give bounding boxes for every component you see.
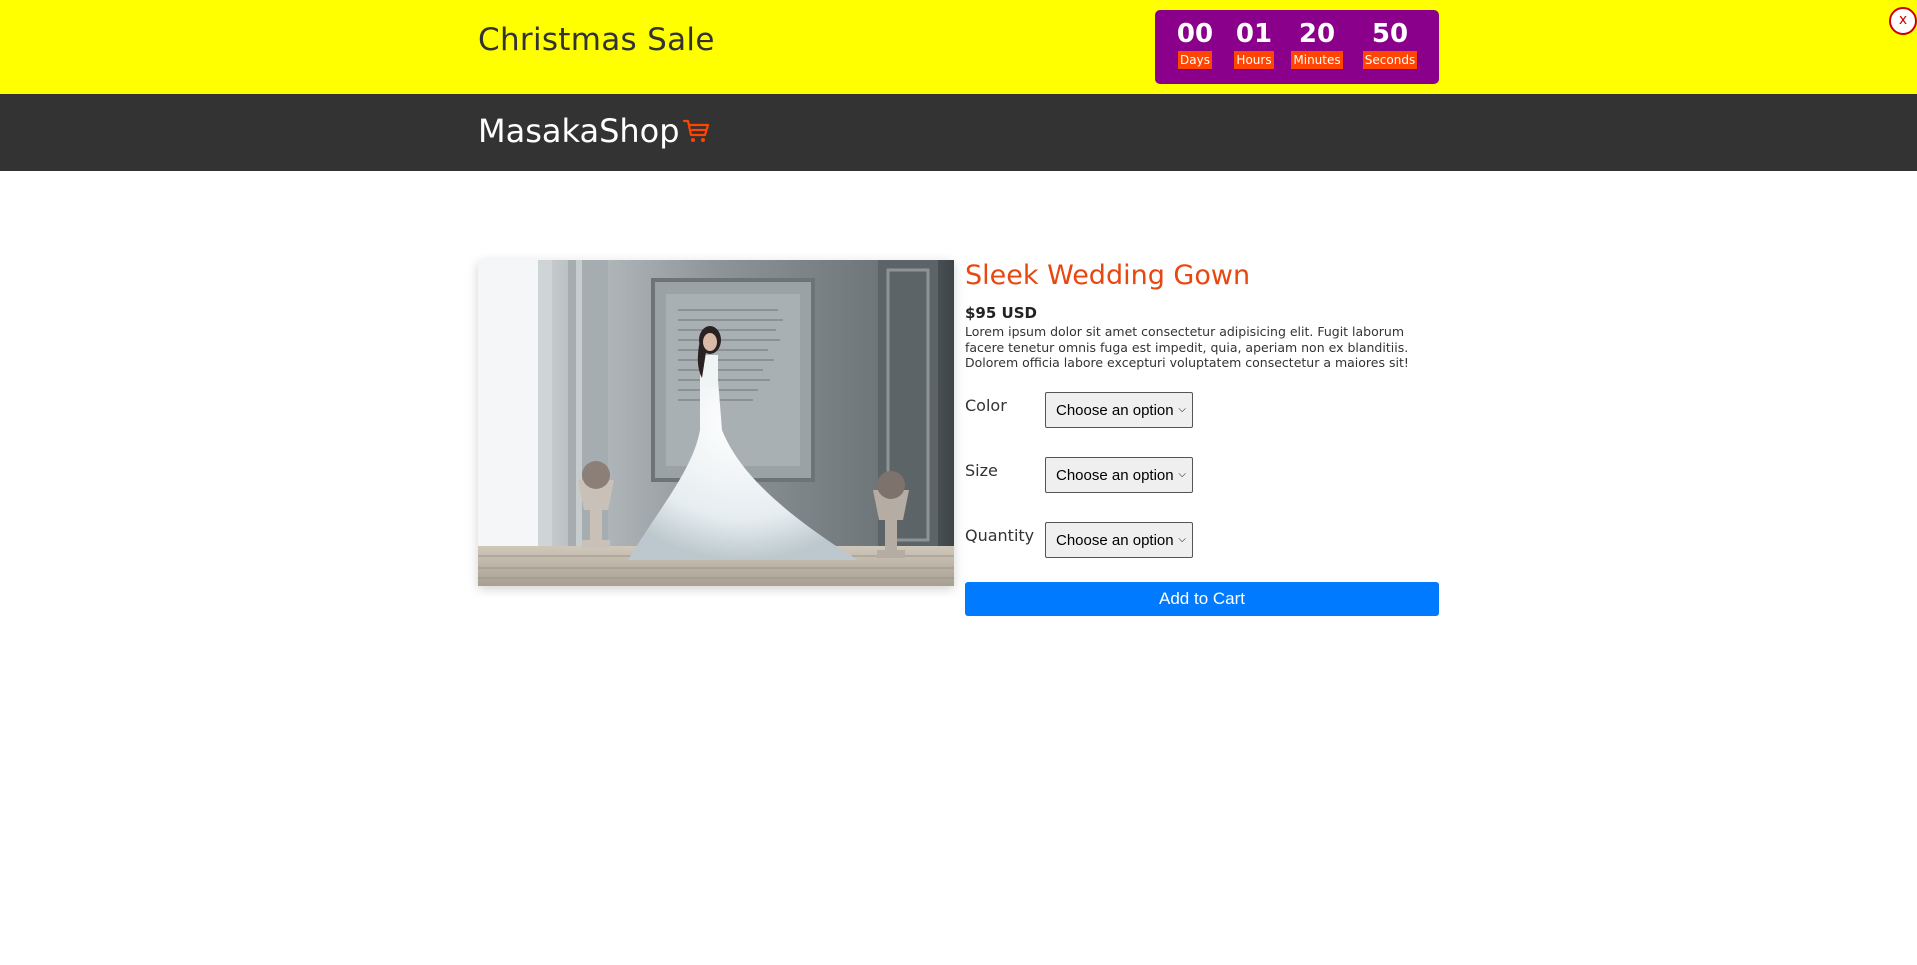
quantity-label: Quantity (965, 526, 1035, 545)
navbar: MasakaShop (0, 94, 1917, 171)
color-select-value: Choose an option (1056, 402, 1174, 419)
quantity-select-value: Choose an option (1056, 532, 1174, 549)
countdown-seconds: 50 Seconds (1359, 20, 1421, 69)
option-row-size: Size Choose an option ⌵ (965, 457, 1439, 493)
product-description: Lorem ipsum dolor sit amet consectetur a… (965, 324, 1409, 370)
countdown-seconds-value: 50 (1371, 19, 1409, 49)
countdown-days-label: Days (1178, 51, 1212, 69)
countdown-minutes-value: 20 (1298, 19, 1336, 49)
promo-banner: Christmas Sale 00 Days 01 Hours 20 Minut… (0, 0, 1917, 94)
size-label: Size (965, 461, 998, 480)
option-row-color: Color Choose an option ⌵ (965, 392, 1439, 428)
chevron-down-icon: ⌵ (1178, 404, 1186, 415)
countdown-hours: 01 Hours (1230, 20, 1278, 69)
chevron-down-icon: ⌵ (1178, 469, 1186, 480)
product-image (478, 260, 954, 586)
shopping-cart-icon (682, 119, 709, 142)
wedding-gown-photo (478, 260, 954, 586)
countdown-seconds-label: Seconds (1362, 51, 1418, 69)
promo-title: Christmas Sale (478, 22, 715, 58)
countdown-minutes-label: Minutes (1291, 51, 1343, 69)
quantity-select[interactable]: Choose an option ⌵ (1045, 522, 1193, 558)
product-price: $95 USD (965, 304, 1037, 322)
countdown-days-value: 00 (1176, 19, 1214, 49)
close-banner-button[interactable]: x (1889, 7, 1917, 35)
product-info: Sleek Wedding Gown $95 USD Lorem ipsum d… (965, 258, 1439, 616)
size-select-value: Choose an option (1056, 467, 1174, 484)
brand-logo[interactable]: MasakaShop (478, 112, 710, 150)
countdown-timer: 00 Days 01 Hours 20 Minutes 50 Seconds (1155, 10, 1439, 84)
product-title: Sleek Wedding Gown (965, 260, 1251, 291)
chevron-down-icon: ⌵ (1178, 534, 1186, 545)
countdown-hours-label: Hours (1234, 51, 1274, 69)
color-label: Color (965, 396, 1007, 415)
countdown-hours-value: 01 (1235, 19, 1273, 49)
option-row-quantity: Quantity Choose an option ⌵ (965, 522, 1439, 558)
countdown-days: 00 Days (1172, 20, 1218, 69)
countdown-minutes: 20 Minutes (1289, 20, 1345, 69)
size-select[interactable]: Choose an option ⌵ (1045, 457, 1193, 493)
brand-name: MasakaShop (478, 112, 680, 150)
color-select[interactable]: Choose an option ⌵ (1045, 392, 1193, 428)
add-to-cart-button[interactable]: Add to Cart (965, 582, 1439, 616)
